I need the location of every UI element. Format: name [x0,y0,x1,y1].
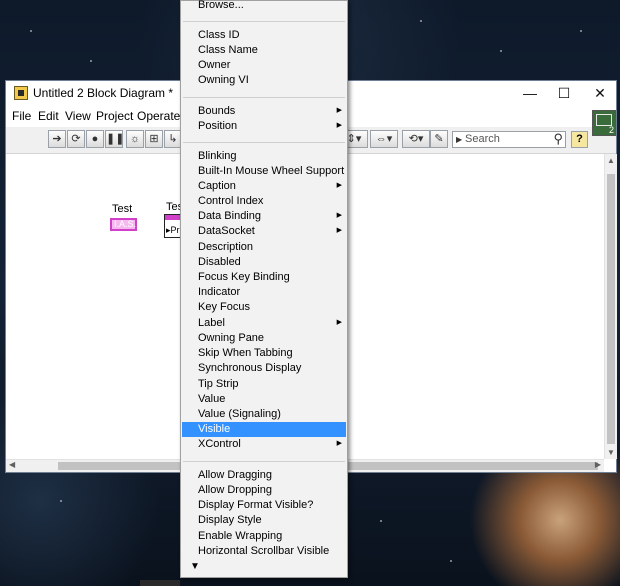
highlight-execution-icon[interactable]: ☼ [126,130,144,148]
menu-item-tip-strip[interactable]: Tip Strip [182,377,346,392]
menu-item-mouse-wheel-support[interactable]: Built-In Mouse Wheel Support [182,164,346,179]
menu-operate[interactable]: Operate [137,109,180,123]
submenu-arrow-icon: ▶ [336,319,342,326]
menu-item-skip-when-tabbing[interactable]: Skip When Tabbing [182,346,346,361]
menu-item-synchronous-display[interactable]: Synchronous Display [182,361,346,376]
menu-separator [183,461,345,462]
menu-item-class-id[interactable]: Class ID [182,28,346,43]
pause-icon[interactable]: ❚❚ [105,130,124,148]
scroll-left-icon[interactable]: ◀ [9,460,15,469]
menu-item-allow-dragging[interactable]: Allow Dragging [182,468,346,483]
vi-icon[interactable]: 2 [592,110,616,136]
menu-item-control-index[interactable]: Control Index [182,194,346,209]
search-field[interactable]: ▶ Search ⚲ [452,131,566,148]
property-context-menu: Browse... Class ID Class Name Owner Owni… [180,0,348,578]
menu-project[interactable]: Project [96,109,133,123]
menu-item-focus-key-binding[interactable]: Focus Key Binding [182,270,346,285]
menu-item-indicator[interactable]: Indicator [182,285,346,300]
menu-item-datasocket[interactable]: DataSocket ▶ [182,224,346,239]
property-node-text: ▸Pr [166,225,180,235]
menu-separator [183,97,345,98]
vertical-scrollbar[interactable]: ▲ ▼ [604,154,617,459]
menu-item-data-binding[interactable]: Data Binding ▶ [182,209,346,224]
menu-item-class-name[interactable]: Class Name [182,43,346,58]
menu-item-allow-dropping[interactable]: Allow Dropping [182,483,346,498]
menu-more-arrow-icon[interactable]: ▼ [190,561,200,572]
menu-file[interactable]: File [12,109,31,123]
scroll-up-icon[interactable]: ▲ [607,156,615,165]
menu-item-label[interactable]: Label ▶ [182,316,346,331]
vertical-scroll-thumb[interactable] [607,174,615,444]
menu-item-bounds[interactable]: Bounds ▶ [182,104,346,119]
search-placeholder: Search [465,133,500,145]
menu-item-xcontrol[interactable]: XControl ▶ [182,437,346,452]
menu-item-enable-wrapping[interactable]: Enable Wrapping [182,529,346,544]
menu-item-browse[interactable]: Browse... [182,0,346,13]
labview-app-icon [14,86,28,100]
submenu-arrow-icon: ▶ [336,107,342,114]
submenu-arrow-icon: ▶ [336,122,342,129]
menu-item-key-focus[interactable]: Key Focus [182,300,346,315]
menu-item-display-format-visible[interactable]: Display Format Visible? [182,498,346,513]
submenu-arrow-icon: ▶ [336,182,342,189]
menu-item-owning-vi[interactable]: Owning VI [182,73,346,88]
close-button[interactable]: ✕ [582,83,618,103]
menu-item-owner[interactable]: Owner [182,58,346,73]
menu-item-value[interactable]: Value [182,392,346,407]
menu-item-position[interactable]: Position ▶ [182,119,346,134]
search-dropdown-icon[interactable]: ▶ [456,135,462,144]
cleanup-diagram-icon[interactable]: ✎ [430,130,448,148]
search-icon[interactable]: ⚲ [553,131,563,147]
menu-item-value-signaling[interactable]: Value (Signaling) [182,407,346,422]
submenu-arrow-icon: ▶ [336,212,342,219]
menu-item-display-style[interactable]: Display Style [182,513,346,528]
minimize-button[interactable]: — [512,83,548,103]
context-help-button[interactable]: ? [571,131,588,148]
reorder-icon[interactable]: ⟲▾ [402,130,430,148]
run-arrow-icon[interactable]: ➔ [48,130,66,148]
menu-item-blinking[interactable]: Blinking [182,149,346,164]
reference-node-text: I.A.S. [114,219,137,229]
menu-item-visible[interactable]: Visible [182,422,346,437]
menu-edit[interactable]: Edit [38,109,59,123]
submenu-arrow-icon: ▶ [336,440,342,447]
retain-wire-values-icon[interactable]: ⊞ [145,130,163,148]
menu-item-owning-pane[interactable]: Owning Pane [182,331,346,346]
menu-separator [183,21,345,22]
maximize-button[interactable]: ☐ [546,83,582,103]
abort-icon[interactable]: ● [86,130,104,148]
window-title: Untitled 2 Block Diagram * [33,86,174,100]
scroll-right-icon[interactable]: ▶ [595,460,601,469]
vi-icon-number: 2 [608,125,614,135]
menu-separator [183,142,345,143]
submenu-arrow-icon: ▶ [336,227,342,234]
menu-item-disabled[interactable]: Disabled [182,255,346,270]
taskbar-fragment [140,580,180,586]
scroll-down-icon[interactable]: ▼ [607,448,615,457]
menu-item-horizontal-scrollbar-visible[interactable]: Horizontal Scrollbar Visible [182,544,346,559]
distribute-objects-icon[interactable]: ⇔▾ [370,130,398,148]
reference-node-label: Test [112,203,133,215]
control-reference-node[interactable]: I.A.S. [110,218,137,231]
run-continuously-icon[interactable]: ⟳ [67,130,85,148]
menu-item-description[interactable]: Description [182,240,346,255]
menu-view[interactable]: View [65,109,91,123]
menu-item-caption[interactable]: Caption ▶ [182,179,346,194]
